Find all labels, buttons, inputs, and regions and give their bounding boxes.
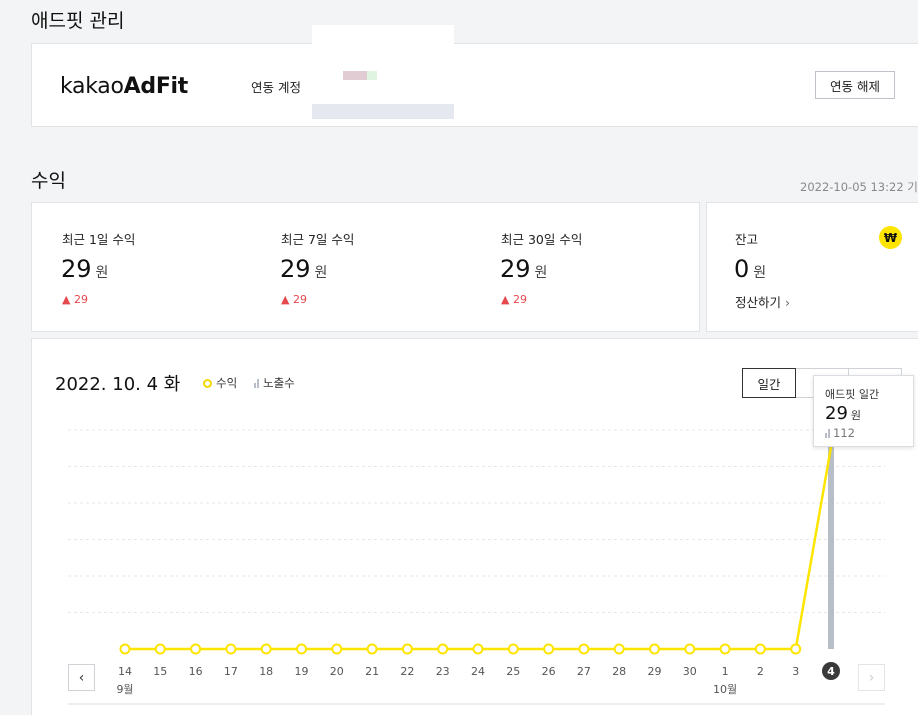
x-tick-label: 28 [612, 665, 626, 678]
revenue-point [366, 643, 378, 655]
x-tick-label: 27 [577, 665, 591, 678]
revenue-point [190, 643, 202, 655]
x-tick-label: 4 [827, 665, 835, 678]
chevron-right-icon: › [868, 669, 875, 686]
revenue-point [154, 643, 166, 655]
x-tick-label: 18 [259, 665, 273, 678]
x-tick-label: 24 [471, 665, 485, 678]
revenue-point [296, 643, 307, 655]
revenue-point [260, 643, 272, 655]
month-label: 9월 [116, 683, 133, 696]
x-tick-label: 14 [118, 665, 132, 678]
x-tick-label: 15 [153, 665, 167, 678]
revenue-point [507, 643, 519, 655]
revenue-point [331, 643, 343, 655]
chart-prev-button[interactable]: ‹ [68, 664, 95, 691]
revenue-point [578, 643, 590, 655]
x-tick-label: 22 [400, 665, 414, 678]
tooltip-impressions: 112 [825, 426, 855, 440]
x-tick-label: 26 [542, 665, 556, 678]
revenue-line [125, 446, 833, 651]
x-tick-label: 19 [295, 665, 309, 678]
x-tick-label: 2 [757, 665, 764, 678]
revenue-point [119, 643, 131, 655]
chart-next-button[interactable]: › [858, 664, 885, 691]
revenue-point [543, 643, 555, 655]
x-tick-label: 30 [683, 665, 697, 678]
revenue-point [613, 643, 625, 655]
x-tick-label: 29 [648, 665, 662, 678]
tooltip-value: 29 원 [825, 403, 862, 424]
revenue-point [754, 643, 766, 655]
revenue-point [472, 643, 484, 655]
x-tick-label: 17 [224, 665, 238, 678]
x-tick-label: 21 [365, 665, 379, 678]
tooltip-title: 애드핏 일간 [825, 388, 880, 401]
x-tick-label: 20 [330, 665, 344, 678]
x-tick-label: 3 [792, 665, 799, 678]
revenue-chart: 14 15 16 17 18 19 20 21 22 23 24 25 26 27 28 29 30 1 2 3 49월… [68, 429, 885, 705]
revenue-point [684, 643, 696, 655]
impression-bar [828, 443, 834, 649]
chart-tooltip: 애드핏 일간 29 원 112 [813, 375, 914, 447]
revenue-point [225, 643, 237, 655]
chevron-left-icon: ‹ [78, 669, 85, 686]
revenue-point [401, 643, 413, 655]
revenue-point [790, 643, 802, 655]
bar-chart-icon [825, 428, 830, 438]
month-label: 10월 [713, 683, 737, 696]
revenue-point [437, 643, 449, 655]
x-tick-label: 23 [436, 665, 450, 678]
x-tick-label: 1 [722, 665, 729, 678]
revenue-point [649, 643, 660, 655]
x-tick-label: 16 [189, 665, 203, 678]
x-tick-label: 25 [506, 665, 520, 678]
revenue-point [719, 643, 731, 655]
